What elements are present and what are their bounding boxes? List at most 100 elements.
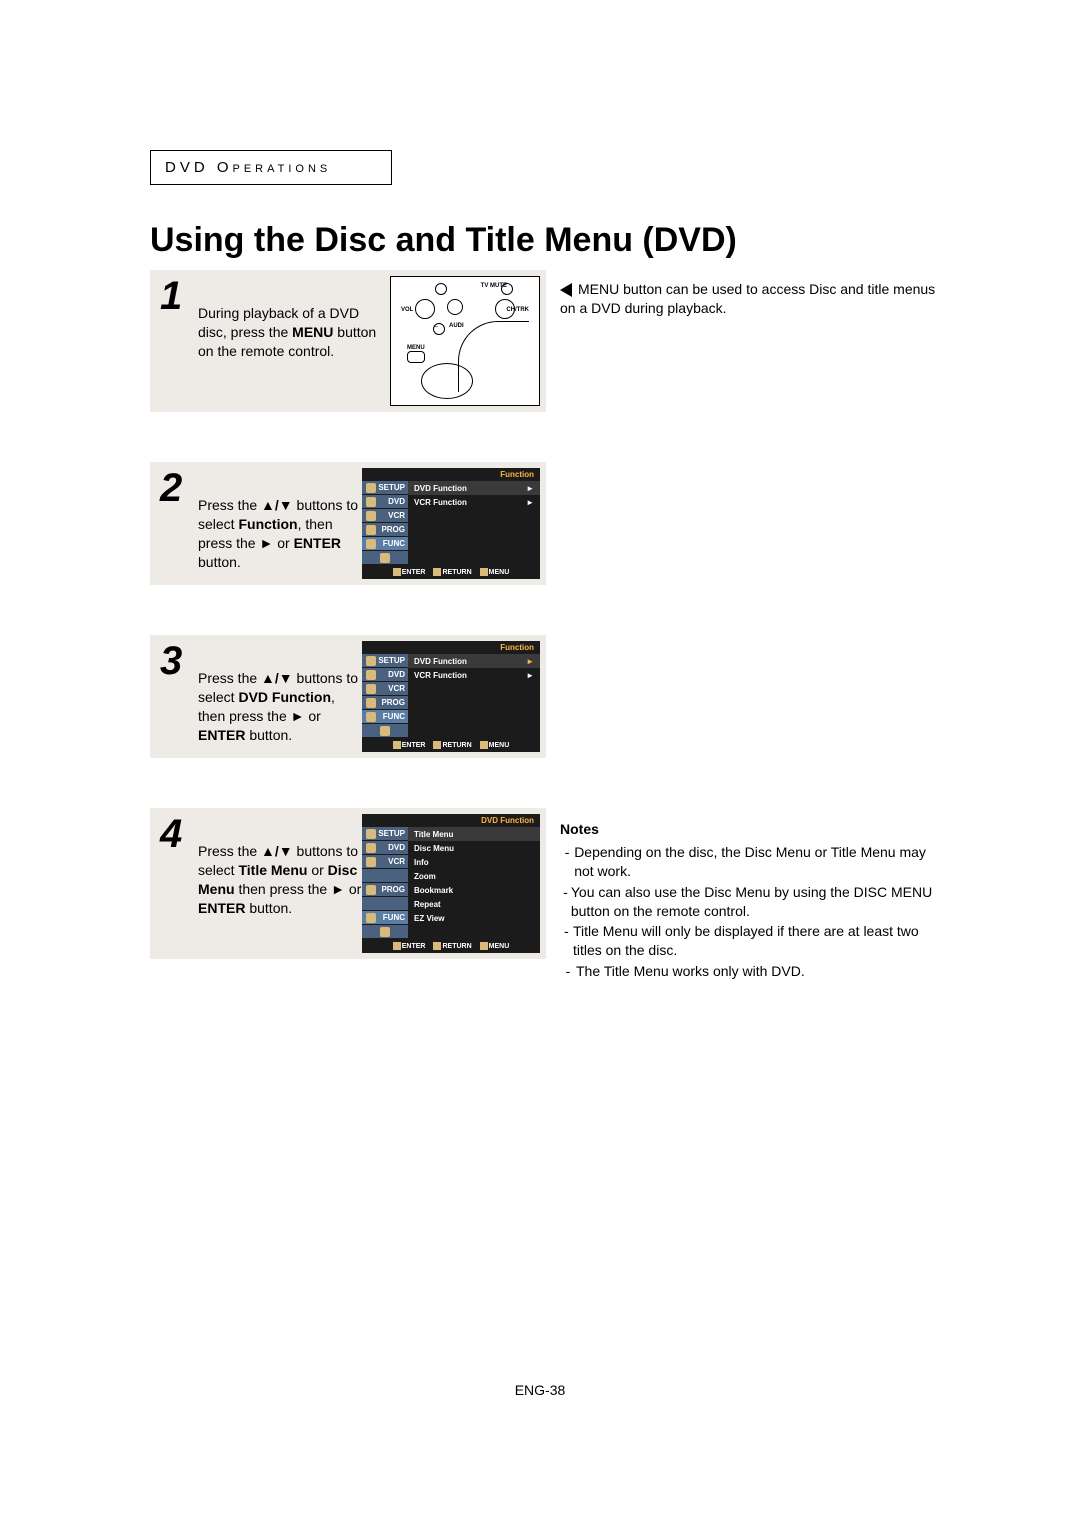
func-icon xyxy=(366,913,376,923)
s3t5: button. xyxy=(245,727,292,743)
empty-row xyxy=(408,509,540,523)
menu-row-info: Info xyxy=(408,855,540,869)
menu-left-tool-icon xyxy=(362,551,408,565)
callout-text: MENU button can be used to access Disc a… xyxy=(560,281,935,316)
page-number: ENG-38 xyxy=(0,1382,1080,1398)
empty-row xyxy=(408,537,540,551)
enter-icon xyxy=(393,568,401,576)
menu-left-setup: SETUP xyxy=(362,654,408,668)
be-txt4: ENTER xyxy=(402,943,426,950)
empty-row xyxy=(408,682,540,696)
dvd-disc-menu: Disc Menu xyxy=(414,844,454,853)
br-txt: RETURN xyxy=(442,569,471,576)
mr-vcrfn: VCR Function xyxy=(414,498,467,507)
br-txt3: RETURN xyxy=(442,742,471,749)
note-1-text: Depending on the disc, the Disc Menu or … xyxy=(574,843,940,881)
return-icon xyxy=(433,568,441,576)
page-title: Using the Disc and Title Menu (DVD) xyxy=(150,221,940,260)
vcr-cassette-icon xyxy=(366,684,376,694)
menu-row-vcr-function: VCR Function► xyxy=(408,495,540,509)
right-arrow-icon: ► xyxy=(291,708,305,724)
bottom-return: RETURN xyxy=(433,741,471,749)
ml-prog-txt4: PROG xyxy=(381,885,405,894)
up-down-arrows-icon: ▲/▼ xyxy=(261,670,293,686)
notes-heading: Notes xyxy=(560,820,940,839)
vcr-cassette-icon xyxy=(366,511,376,521)
setup-gear-icon xyxy=(366,483,376,493)
menu-left-prog: PROG xyxy=(362,883,408,897)
be-txt3: ENTER xyxy=(402,742,426,749)
step-3-menu-screen: Function SETUPDVD Function► DVDVCR Funct… xyxy=(362,641,540,752)
s4b1: Title Menu xyxy=(238,862,307,878)
remote-btn-tvmute-icon xyxy=(501,283,513,295)
bottom-return: RETURN xyxy=(433,942,471,950)
chevron-right-icon: ► xyxy=(526,671,534,680)
step-2-number: 2 xyxy=(160,468,190,508)
menu-bottom-bar: ENTER RETURN MENU xyxy=(362,565,540,579)
label-audio: AUDI xyxy=(449,323,464,329)
menu-row-repeat: Repeat xyxy=(408,897,540,911)
note-4-text: The Title Menu works only with DVD. xyxy=(576,962,805,981)
return-icon xyxy=(433,741,441,749)
dash-icon: - xyxy=(560,883,571,921)
dash-icon: - xyxy=(560,843,574,881)
prog-clock-icon xyxy=(366,885,376,895)
menu-icon xyxy=(480,741,488,749)
empty-row xyxy=(408,696,540,710)
remote-btn-up-icon xyxy=(435,283,447,295)
dvd-disc-icon xyxy=(366,670,376,680)
menu-icon xyxy=(480,942,488,950)
menu-left-dvd: DVD xyxy=(362,495,408,509)
step-3-number: 3 xyxy=(160,641,190,681)
menu-row-bookmark: Bookmark xyxy=(408,883,540,897)
prog-clock-icon xyxy=(366,525,376,535)
s4b3: ENTER xyxy=(198,900,245,916)
menu-left-vcr: VCR xyxy=(362,855,408,869)
step-4-menu-screen: DVD Function SETUPTitle Menu DVDDisc Men… xyxy=(362,814,540,953)
ml-func-txt4: FUNC xyxy=(383,913,405,922)
enter-icon xyxy=(393,741,401,749)
s2t1: Press the xyxy=(198,497,261,513)
menu-row-disc-menu: Disc Menu xyxy=(408,841,540,855)
label-chtrk: CH/TRK xyxy=(506,307,529,313)
right-arrow-icon: ► xyxy=(259,535,273,551)
ml-dvd-txt4: DVD xyxy=(388,843,405,852)
right-arrow-icon: ► xyxy=(331,881,345,897)
bottom-return: RETURN xyxy=(433,568,471,576)
menu-left-prog: PROG xyxy=(362,523,408,537)
menu-bottom-bar: ENTER RETURN MENU xyxy=(362,738,540,752)
dvd-bookmark: Bookmark xyxy=(414,886,453,895)
br-txt4: RETURN xyxy=(442,943,471,950)
note-3: -Title Menu will only be displayed if th… xyxy=(560,922,940,960)
ml-dvd-txt3: DVD xyxy=(388,670,405,679)
bottom-enter: ENTER xyxy=(393,568,426,576)
s4t4: then press the xyxy=(235,881,332,897)
menu-callout: MENU button can be used to access Disc a… xyxy=(560,280,940,318)
menu-left-prog: PROG xyxy=(362,696,408,710)
remote-rocker-vol-icon xyxy=(415,299,435,319)
func-icon xyxy=(366,539,376,549)
ml-func-txt3: FUNC xyxy=(383,712,405,721)
menu-left-setup: SETUP xyxy=(362,481,408,495)
menu-left-tool-icon xyxy=(362,925,408,939)
remote-btn-mute-icon xyxy=(447,299,463,315)
menu-header-function: Function xyxy=(362,468,540,481)
menu-row-ezview: EZ View xyxy=(408,911,540,925)
step-3-text: Press the ▲/▼ buttons to select DVD Func… xyxy=(198,669,362,745)
ml-prog-txt3: PROG xyxy=(381,698,405,707)
dvd-title-menu: Title Menu xyxy=(414,830,453,839)
menu-row-dvd-function: DVD Function► xyxy=(408,481,540,495)
s2t4: or xyxy=(273,535,293,551)
step-3: 3 Press the ▲/▼ buttons to select DVD Fu… xyxy=(150,635,546,758)
menu-left-vcr: VCR xyxy=(362,509,408,523)
empty-row xyxy=(408,523,540,537)
bm-txt3: MENU xyxy=(489,742,510,749)
dash-icon: - xyxy=(560,962,576,981)
label-vol: VOL xyxy=(401,307,413,313)
step-2-text: Press the ▲/▼ buttons to select Function… xyxy=(198,496,362,572)
menu-row-vcr-function: VCR Function► xyxy=(408,668,540,682)
up-down-arrows-icon: ▲/▼ xyxy=(261,843,293,859)
menu-header-function: Function xyxy=(362,641,540,654)
menu-left-func: FUNC xyxy=(362,537,408,551)
ml-vcr-txt: VCR xyxy=(388,511,405,520)
